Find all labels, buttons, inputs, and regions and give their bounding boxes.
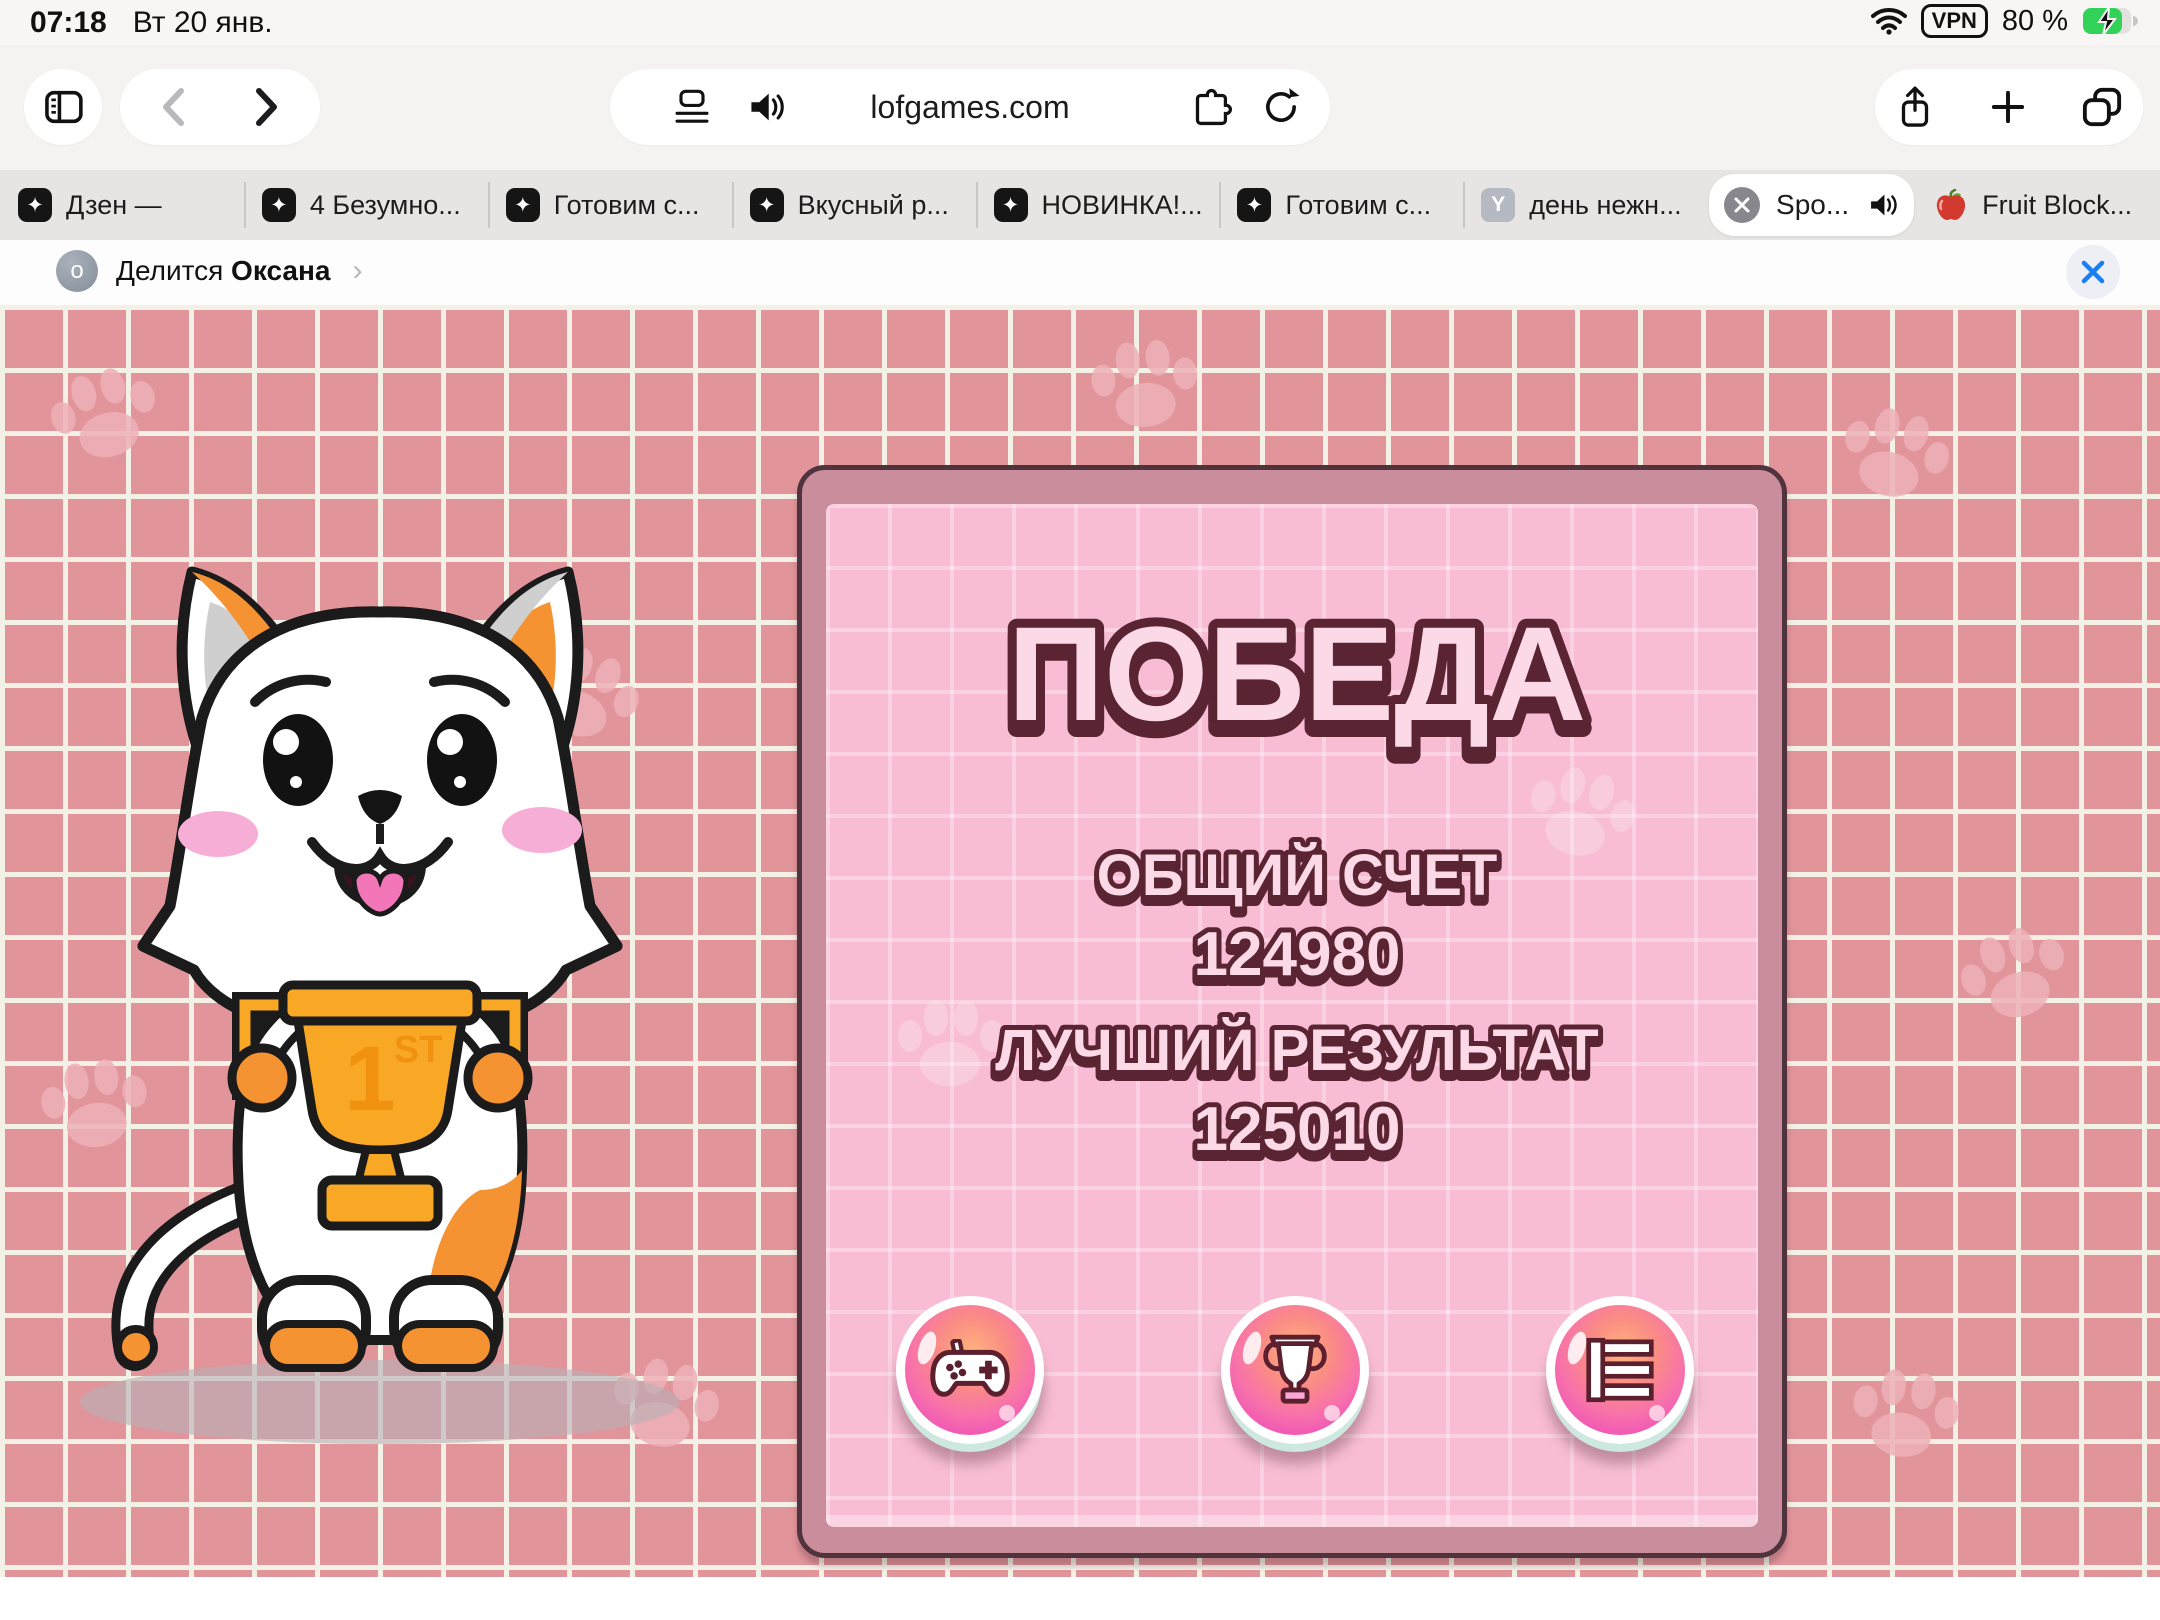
tabs-overview-icon[interactable]: [2078, 83, 2126, 131]
menu-levels-button[interactable]: [1546, 1296, 1694, 1444]
y-favicon: Y: [1481, 188, 1515, 222]
paw-print-decoration: [27, 340, 184, 490]
sidebar-icon: [38, 82, 88, 132]
battery-percent: 80 %: [2002, 5, 2068, 38]
browser-toolbar: lofgames.com: [0, 45, 2160, 170]
trophy-rank: 1: [344, 1028, 395, 1130]
tab-novinka[interactable]: ✦ НОВИНКА!...: [976, 170, 1220, 240]
ipad-safari-screen: 07:18 Вт 20 янв. VPN 80 %: [0, 0, 2160, 1620]
cat-head: [143, 572, 617, 1036]
victory-title: ПОБЕДА ПОБЕДА: [802, 570, 1792, 770]
bottom-white-strip: [0, 1577, 2160, 1620]
status-left: 07:18 Вт 20 янв.: [30, 6, 273, 40]
tab-vkusny[interactable]: ✦ Вкусный р...: [732, 170, 976, 240]
leaderboard-button[interactable]: [1221, 1296, 1369, 1444]
play-again-button[interactable]: [896, 1296, 1044, 1444]
score-block: ОБЩИЙ СЧЕТ ОБЩИЙ СЧЕТ 124980 124980 ЛУЧШ…: [802, 815, 1792, 1195]
total-score-value: 124980: [1194, 920, 1401, 989]
best-score-label: ЛУЧШИЙ РЕЗУЛЬТАТ: [995, 1018, 1598, 1083]
status-bar: 07:18 Вт 20 янв. VPN 80 %: [0, 0, 2160, 45]
apple-favicon: [1934, 188, 1968, 222]
game-canvas: 1 ST ПОБЕДА ПОБЕДА ОБЩИЙ СЧЕТ ОБЩИЙ СЧЕТ…: [0, 305, 2160, 1577]
extensions-icon[interactable]: [1186, 84, 1232, 130]
vpn-badge: VPN: [1921, 4, 1988, 38]
tab-bezumno[interactable]: ✦ 4 Безумно...: [244, 170, 488, 240]
close-banner-button[interactable]: [2066, 245, 2120, 299]
list-icon: [1584, 1337, 1656, 1403]
clock: 07:18: [30, 6, 107, 40]
gamepad-icon: [928, 1339, 1012, 1401]
toolbar-right: [1875, 69, 2143, 145]
forward-button[interactable]: [246, 83, 286, 131]
shared-by-text: Делится Оксана: [116, 255, 330, 287]
tab-audio-icon[interactable]: [742, 85, 786, 129]
tab-speaker-icon[interactable]: [1865, 188, 1899, 222]
page-settings-icon[interactable]: [670, 83, 714, 131]
trophy-suffix: ST: [394, 1029, 443, 1071]
chevron-right-icon: ›: [352, 254, 362, 288]
paw-print-decoration: [1817, 380, 1974, 530]
zen-star-icon: ✦: [994, 188, 1028, 222]
new-tab-icon[interactable]: [1986, 85, 2030, 129]
avatar: o: [56, 250, 98, 292]
zen-star-icon: ✦: [506, 188, 540, 222]
paw-print-decoration: [1935, 898, 2096, 1052]
zen-star-icon: ✦: [18, 188, 52, 222]
wifi-icon: [1871, 7, 1907, 35]
zen-star-icon: ✦: [750, 188, 784, 222]
tab-fruit-block[interactable]: Fruit Block...: [1916, 170, 2160, 240]
date: Вт 20 янв.: [133, 6, 273, 40]
address-bar[interactable]: lofgames.com: [610, 69, 1330, 145]
paw-print-decoration: [1832, 1347, 1977, 1484]
zen-star-icon: ✦: [1237, 188, 1271, 222]
tab-gotovim-1[interactable]: ✦ Готовим с...: [488, 170, 732, 240]
tab-spo-active[interactable]: Spo...: [1709, 174, 1914, 236]
svg-text:ПОБЕДА: ПОБЕДА: [1008, 600, 1586, 749]
close-tab-icon[interactable]: [1724, 187, 1760, 223]
trophy-icon: [1259, 1332, 1331, 1408]
paw-print-decoration: [1075, 320, 1215, 451]
share-icon[interactable]: [1892, 81, 1938, 133]
tab-den-nezhn[interactable]: Y день нежн...: [1463, 170, 1707, 240]
shared-tab-banner: o Делится Оксана ›: [0, 240, 2160, 305]
total-score-label: ОБЩИЙ СЧЕТ: [1097, 843, 1498, 908]
back-button[interactable]: [154, 83, 194, 131]
shared-by-row[interactable]: o Делится Оксана ›: [56, 250, 362, 292]
tab-dzen[interactable]: ✦ Дзен —: [0, 170, 244, 240]
sidebar-button[interactable]: [24, 69, 102, 145]
battery-charging-icon: [2082, 6, 2138, 36]
tab-gotovim-2[interactable]: ✦ Готовим с...: [1219, 170, 1463, 240]
best-score-value: 125010: [1194, 1095, 1401, 1164]
zen-star-icon: ✦: [262, 188, 296, 222]
cat-mascot-illustration: 1 ST: [40, 550, 720, 1460]
tab-bar: ✦ Дзен — ✦ 4 Безумно... ✦ Готовим с... ✦…: [0, 170, 2160, 240]
status-right: VPN 80 %: [1871, 4, 2138, 38]
reload-icon[interactable]: [1258, 84, 1304, 130]
cat-shadow: [80, 1360, 680, 1444]
nav-buttons: [120, 69, 320, 145]
victory-panel: ПОБЕДА ПОБЕДА ОБЩИЙ СЧЕТ ОБЩИЙ СЧЕТ 1249…: [797, 465, 1787, 1558]
